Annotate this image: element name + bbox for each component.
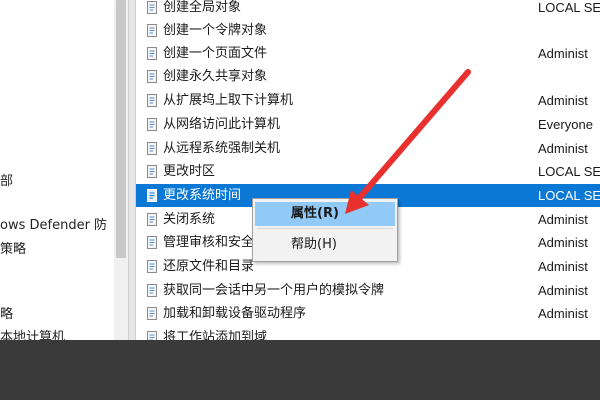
policy-setting: Administ <box>538 212 588 227</box>
policy-icon <box>147 94 157 107</box>
policy-row[interactable]: 获取同一会话中另一个用户的模拟令牌 Administ <box>136 279 600 302</box>
policy-setting: Administ <box>538 93 588 108</box>
policy-name: 关闭系统 <box>163 212 216 227</box>
policy-icon <box>147 236 157 249</box>
policy-setting: Administ <box>538 306 588 321</box>
properties-menu-item[interactable]: 属性(R) <box>255 202 395 226</box>
menu-separator <box>257 228 393 229</box>
policy-setting: LOCAL SE <box>538 0 600 15</box>
policy-icon <box>147 284 157 297</box>
policy-setting: Everyone <box>538 117 593 132</box>
background-band <box>0 340 600 400</box>
policy-icon <box>147 165 157 178</box>
policy-row[interactable]: 加载和卸载设备驱动程序 Administ <box>136 302 600 325</box>
policy-setting: Administ <box>538 46 588 61</box>
policy-name: 管理审核和安全 <box>163 235 255 250</box>
policy-row[interactable]: 创建永久共享对象 <box>136 65 600 88</box>
policy-setting: LOCAL SE <box>538 164 600 179</box>
policy-icon <box>147 142 157 155</box>
policy-row[interactable]: 创建全局对象 LOCAL SE <box>136 0 600 19</box>
mmc-window: 部 ows Defender 防 策略 略 本地计算机 创建全局对象 LOCAL… <box>0 0 600 340</box>
policy-icon <box>147 307 157 320</box>
policy-name: 创建全局对象 <box>163 0 242 15</box>
policy-row[interactable]: 将工作站添加到域 <box>136 326 600 340</box>
context-menu: 属性(R) 帮助(H) <box>252 198 398 262</box>
properties-label: 属性(R) <box>291 206 339 221</box>
help-menu-item[interactable]: 帮助(H) <box>255 233 395 257</box>
navigation-tree: 部 ows Defender 防 策略 略 本地计算机 <box>0 0 128 340</box>
pane-splitter[interactable] <box>128 0 136 340</box>
policy-row[interactable]: 更改时区 LOCAL SE <box>136 160 600 183</box>
policy-list: 创建全局对象 LOCAL SE 创建一个令牌对象 创建一个页面文件 Admini… <box>136 0 600 340</box>
tree-item[interactable]: 策略 <box>0 240 26 260</box>
policy-setting: Administ <box>538 259 588 274</box>
policy-row[interactable]: 创建一个令牌对象 <box>136 19 600 42</box>
tree-item[interactable]: 略 <box>0 305 13 325</box>
policy-icon <box>147 331 157 340</box>
policy-icon <box>147 1 157 14</box>
policy-icon <box>147 70 157 83</box>
policy-name: 从扩展坞上取下计算机 <box>163 93 294 108</box>
policy-row[interactable]: 从远程系统强制关机 Administ <box>136 137 600 160</box>
policy-icon <box>147 47 157 60</box>
policy-name: 更改系统时间 <box>163 188 242 203</box>
policy-name: 将工作站添加到域 <box>163 330 268 340</box>
policy-setting: Administ <box>538 141 588 156</box>
policy-name: 加载和卸载设备驱动程序 <box>163 306 307 321</box>
policy-setting: Administ <box>538 283 588 298</box>
policy-row[interactable]: 从扩展坞上取下计算机 Administ <box>136 89 600 112</box>
policy-icon <box>147 118 157 131</box>
tree-item[interactable]: 本地计算机 <box>0 328 65 340</box>
policy-icon <box>147 213 157 226</box>
tree-item[interactable]: 部 <box>0 172 13 192</box>
policy-name: 还原文件和目录 <box>163 259 255 274</box>
policy-name: 创建一个页面文件 <box>163 46 268 61</box>
policy-icon <box>147 24 157 37</box>
policy-setting: Administ <box>538 235 588 250</box>
policy-name: 更改时区 <box>163 164 216 179</box>
scrollbar-thumb[interactable] <box>116 0 126 258</box>
policy-name: 获取同一会话中另一个用户的模拟令牌 <box>163 283 385 298</box>
policy-icon <box>147 189 157 202</box>
policy-name: 从远程系统强制关机 <box>163 141 281 156</box>
policy-icon <box>147 260 157 273</box>
policy-name: 创建永久共享对象 <box>163 69 268 84</box>
help-label: 帮助(H) <box>291 237 337 252</box>
policy-row[interactable]: 创建一个页面文件 Administ <box>136 42 600 65</box>
policy-name: 从网络访问此计算机 <box>163 117 281 132</box>
tree-item[interactable]: ows Defender 防 <box>0 216 107 236</box>
policy-name: 创建一个令牌对象 <box>163 23 268 38</box>
policy-setting: LOCAL SE <box>538 188 600 203</box>
policy-row[interactable]: 从网络访问此计算机 Everyone <box>136 113 600 136</box>
